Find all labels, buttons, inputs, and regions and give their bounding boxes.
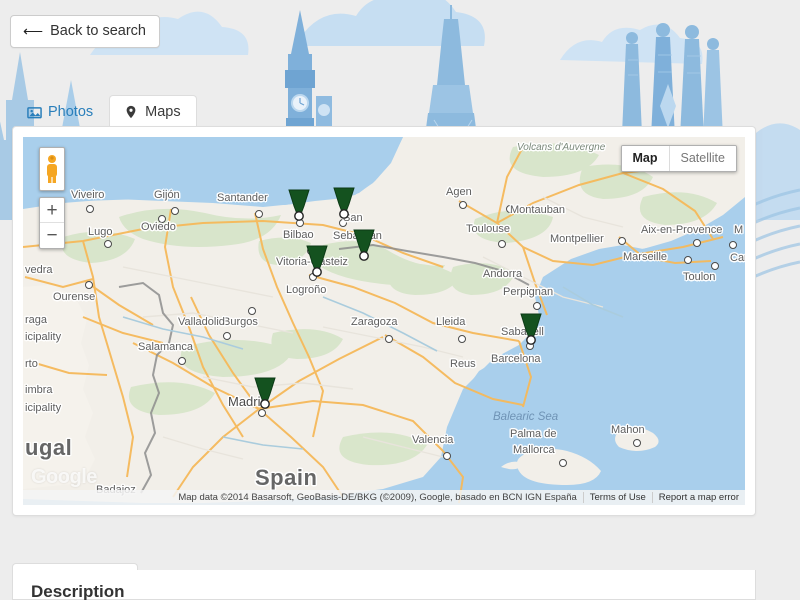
page-root: ⟵ Back to search Photos Maps xyxy=(0,0,800,600)
map-city-dot xyxy=(443,452,451,460)
tab-photos[interactable]: Photos xyxy=(12,95,109,130)
map-marker-pin[interactable] xyxy=(520,313,542,345)
map-city-dot xyxy=(258,409,266,417)
tab-maps[interactable]: Maps xyxy=(109,95,196,130)
arrow-left-icon: ⟵ xyxy=(23,24,43,38)
map-marker-pin[interactable] xyxy=(254,377,276,409)
map-geography xyxy=(23,137,745,505)
map-city-dot xyxy=(158,215,166,223)
map-city-dot xyxy=(506,205,514,213)
map-city-dot xyxy=(339,219,347,227)
tab-maps-label: Maps xyxy=(145,105,180,120)
map-city-dot xyxy=(458,335,466,343)
tour-details-pane: Description xyxy=(12,570,756,600)
description-heading: Description xyxy=(31,582,737,600)
tab-photos-label: Photos xyxy=(48,105,93,120)
map-zoom-controls[interactable]: + − xyxy=(39,197,65,249)
map-attribution-bar: Map data ©2014 Basarsoft, GeoBasis-DE/BK… xyxy=(23,490,745,505)
map-city-dot xyxy=(85,281,93,289)
zoom-out-button[interactable]: − xyxy=(40,223,64,248)
map-city-dot xyxy=(255,210,263,218)
map-marker-pin[interactable] xyxy=(353,229,375,261)
map-city-dot xyxy=(248,307,256,315)
map-marker-pin[interactable] xyxy=(333,187,355,219)
media-tabs: Photos Maps xyxy=(12,92,197,130)
map-type-satellite-button[interactable]: Satellite xyxy=(669,146,736,171)
back-to-search-button[interactable]: ⟵ Back to search xyxy=(10,15,160,48)
map-city-dot xyxy=(86,205,94,213)
map-city-dot xyxy=(559,459,567,467)
map-city-dot xyxy=(178,357,186,365)
terms-of-use-link[interactable]: Terms of Use xyxy=(583,492,652,503)
map-city-dot xyxy=(223,332,231,340)
map-city-dot xyxy=(171,207,179,215)
map-type-controls: Map Satellite xyxy=(621,145,737,172)
map-marker-pin[interactable] xyxy=(288,189,310,221)
map-city-dot xyxy=(533,302,541,310)
map-pin-icon xyxy=(124,105,139,120)
google-map[interactable]: ViveiroGijónSantanderOviedoLugoBilbaoSan… xyxy=(23,137,745,505)
map-city-dot xyxy=(498,240,506,248)
map-city-dot xyxy=(729,241,737,249)
map-type-map-button[interactable]: Map xyxy=(622,146,669,171)
map-city-dot xyxy=(618,237,626,245)
map-data-attribution: Map data ©2014 Basarsoft, GeoBasis-DE/BK… xyxy=(172,492,582,503)
map-city-dot xyxy=(693,239,701,247)
map-city-dot xyxy=(684,256,692,264)
map-city-dot xyxy=(711,262,719,270)
image-icon xyxy=(27,105,42,120)
back-to-search-label: Back to search xyxy=(50,23,146,39)
map-marker-pin[interactable] xyxy=(306,245,328,277)
map-panel: ViveiroGijónSantanderOviedoLugoBilbaoSan… xyxy=(12,126,756,516)
map-city-dot xyxy=(385,335,393,343)
map-city-dot xyxy=(104,240,112,248)
map-city-dot xyxy=(633,439,641,447)
report-map-error-link[interactable]: Report a map error xyxy=(652,492,745,503)
zoom-in-button[interactable]: + xyxy=(40,198,64,223)
map-city-dot xyxy=(459,201,467,209)
street-view-pegman-icon[interactable] xyxy=(39,147,65,191)
